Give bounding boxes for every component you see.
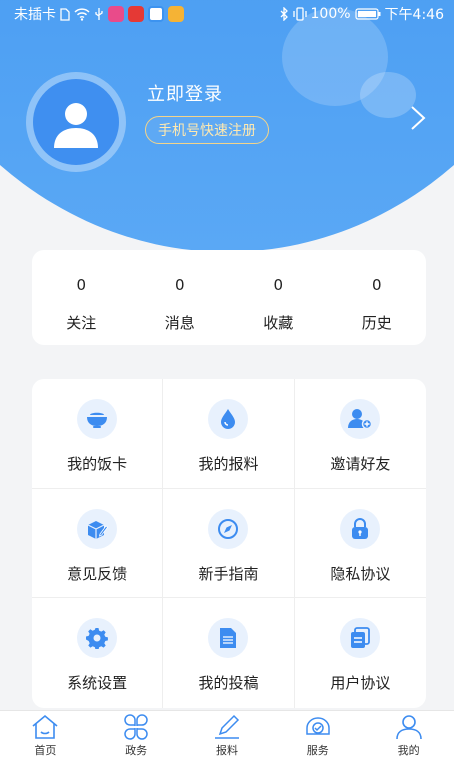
chevron-right-icon[interactable] [408, 104, 428, 136]
menu-item-submissions[interactable]: 我的投稿 [163, 598, 295, 708]
avatar[interactable] [26, 72, 126, 172]
add-user-icon [340, 399, 381, 439]
battery-icon [354, 8, 381, 20]
document-icon [208, 618, 249, 659]
menu-item-label: 我的报料 [198, 455, 259, 473]
menu-item-label: 用户协议 [330, 674, 391, 693]
menu-item-privacy[interactable]: 隐私协议 [294, 489, 426, 599]
menu-item-label: 我的饭卡 [67, 455, 128, 473]
stat-value: 0 [273, 276, 284, 294]
stat-label: 消息 [164, 314, 195, 332]
battery-percent: 100% [310, 6, 351, 22]
menu-item-label: 新手指南 [198, 564, 259, 583]
avatar-inner [33, 79, 119, 165]
vibrate-icon [292, 7, 307, 21]
drop-icon [208, 399, 249, 439]
app-notification-icon [108, 6, 124, 22]
stat-value: 0 [174, 276, 185, 294]
stat-follow[interactable]: 0 关注 [32, 250, 131, 345]
nav-label: 首页 [34, 744, 57, 757]
menu-item-feedback[interactable]: 意见反馈 [32, 488, 164, 599]
clock-text: 下午4:46 [384, 7, 444, 23]
nav-service[interactable]: 服务 [272, 711, 363, 761]
agreement-icon [340, 618, 381, 659]
nav-label: 报料 [215, 744, 238, 757]
menu-item-label: 我的投稿 [198, 674, 259, 693]
app-notification-icon [148, 6, 164, 22]
service-icon [306, 717, 330, 735]
stat-favorites[interactable]: 0 收藏 [229, 250, 328, 345]
carrier-text: 未插卡 [14, 7, 56, 23]
nav-label: 服务 [306, 744, 329, 757]
stat-label: 历史 [361, 314, 392, 332]
usb-icon [94, 7, 104, 21]
gear-icon [77, 618, 118, 659]
bowl-icon [77, 399, 118, 439]
menu-item-label: 邀请好友 [330, 455, 391, 473]
menu-item-guide[interactable]: 新手指南 [163, 488, 295, 599]
menu-item-my-reports[interactable]: 我的报料 [163, 379, 295, 489]
stats-card: 0 关注 0 消息 0 收藏 0 历史 [32, 250, 426, 345]
nav-label: 我的 [397, 744, 420, 757]
menu-item-label: 隐私协议 [330, 564, 391, 583]
status-right: 100% 下午4:46 [280, 4, 444, 24]
sim-icon [60, 7, 70, 21]
nav-mine[interactable]: 我的 [363, 711, 454, 761]
menu-item-meal-card[interactable]: 我的饭卡 [32, 379, 164, 489]
nav-home[interactable]: 首页 [0, 711, 91, 761]
stat-history[interactable]: 0 历史 [328, 250, 427, 345]
menu-item-label: 意见反馈 [67, 564, 128, 583]
stat-label: 收藏 [263, 314, 294, 332]
nav-report[interactable]: 报料 [182, 711, 273, 761]
stat-label: 关注 [66, 314, 97, 332]
stat-messages[interactable]: 0 消息 [131, 250, 230, 345]
stat-value: 0 [371, 276, 382, 294]
nav-label: 政务 [125, 744, 148, 757]
phone-register-button[interactable]: 手机号快速注册 [145, 116, 269, 144]
wifi-icon [74, 7, 90, 21]
login-link[interactable]: 立即登录 [147, 80, 223, 106]
menu-item-invite-friends[interactable]: 邀请好友 [294, 379, 426, 489]
default-user-icon [54, 103, 98, 148]
status-bar: 未插卡 100% 下午4:46 [0, 0, 454, 28]
pen-icon [214, 714, 240, 739]
app-notification-icon [168, 6, 184, 22]
profile-icon [395, 715, 422, 740]
bottom-nav: 首页 政务 报料 服务 我的 [0, 710, 454, 761]
menu-item-user-agreement[interactable]: 用户协议 [295, 598, 426, 708]
menu-item-label: 系统设置 [67, 674, 128, 693]
status-left: 未插卡 [14, 4, 184, 24]
compass-icon [208, 508, 249, 549]
feedback-box-icon [77, 508, 118, 549]
home-icon [32, 714, 58, 739]
bluetooth-icon [280, 7, 289, 21]
menu-item-settings[interactable]: 系统设置 [32, 598, 164, 708]
menu-grid: 我的饭卡 我的报料 邀请好友 意见反馈 新手指南 隐私协议 系统设置 我的投稿 … [32, 379, 426, 708]
clover-icon [124, 714, 148, 740]
nav-government[interactable]: 政务 [91, 711, 182, 761]
stat-value: 0 [76, 276, 87, 294]
app-notification-icon [128, 6, 144, 22]
lock-icon [340, 508, 381, 549]
